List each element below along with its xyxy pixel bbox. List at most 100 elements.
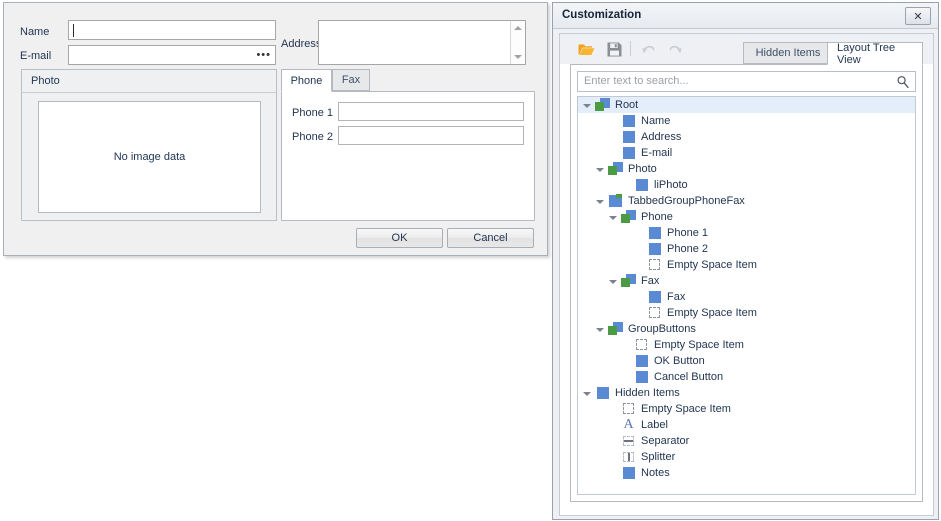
tree-node[interactable]: A Label bbox=[578, 417, 915, 433]
tree-node[interactable]: Cancel Button bbox=[578, 369, 915, 385]
tree-node[interactable]: OK Button bbox=[578, 353, 915, 369]
layout-item-icon bbox=[621, 130, 636, 144]
chevron-down-icon[interactable] bbox=[595, 164, 606, 175]
tree-expander-placeholder bbox=[634, 244, 645, 255]
name-label: Name bbox=[20, 26, 50, 38]
phone2-label: Phone 2 bbox=[292, 131, 333, 143]
chevron-down-icon[interactable] bbox=[582, 100, 593, 111]
tree-expander-placeholder bbox=[621, 356, 632, 367]
tree-node[interactable]: Empty Space Item bbox=[578, 257, 915, 273]
chevron-down-icon[interactable] bbox=[595, 324, 606, 335]
toolbar-separator bbox=[630, 41, 631, 56]
tree-expander-placeholder bbox=[608, 116, 619, 127]
tree-node-label: Fax bbox=[667, 291, 686, 303]
empty-space-item-icon bbox=[647, 258, 662, 272]
layout-tree[interactable]: Root Name Address E-mail Photo liPhoto TabbedG… bbox=[577, 96, 916, 495]
photo-group: Photo No image data bbox=[21, 69, 277, 221]
tree-expander-placeholder bbox=[608, 132, 619, 143]
tree-node[interactable]: Photo bbox=[578, 161, 915, 177]
scroll-down-arrow-icon[interactable] bbox=[514, 55, 522, 59]
photo-group-caption: Photo bbox=[31, 75, 60, 87]
tree-node[interactable]: Separator bbox=[578, 433, 915, 449]
tab-phone[interactable]: Phone bbox=[281, 69, 332, 92]
tree-node[interactable]: Notes bbox=[578, 465, 915, 481]
layout-tree-view-panel: Enter text to search... Root Name Address E… bbox=[570, 64, 923, 502]
tree-expander-placeholder bbox=[634, 292, 645, 303]
tree-expander-placeholder bbox=[608, 468, 619, 479]
search-input[interactable]: Enter text to search... bbox=[584, 75, 891, 87]
chevron-down-icon[interactable] bbox=[608, 212, 619, 223]
tree-node[interactable]: Phone bbox=[578, 209, 915, 225]
tree-node-label: E-mail bbox=[641, 147, 673, 159]
phone1-label: Phone 1 bbox=[292, 107, 333, 119]
ok-button[interactable]: OK bbox=[356, 228, 443, 248]
chevron-down-icon[interactable] bbox=[595, 196, 606, 207]
tree-node-label: Notes bbox=[641, 467, 670, 479]
tree-node[interactable]: Empty Space Item bbox=[578, 401, 915, 417]
tree-node[interactable]: TabbedGroupPhoneFax bbox=[578, 193, 915, 209]
contact-form-window: Name E-mail ••• Address Photo No image d… bbox=[3, 2, 548, 256]
layout-item-icon bbox=[647, 290, 662, 304]
tab-fax[interactable]: Fax bbox=[332, 69, 370, 91]
tree-node[interactable]: Root bbox=[578, 97, 915, 113]
tree-node[interactable]: Splitter bbox=[578, 449, 915, 465]
photo-image-box[interactable]: No image data bbox=[38, 101, 261, 213]
ellipsis-button-icon[interactable]: ••• bbox=[256, 50, 271, 61]
tree-node-label: Empty Space Item bbox=[667, 259, 757, 271]
phone-fax-tab-control: Phone Fax Phone 1 Phone 2 bbox=[281, 69, 535, 221]
tree-expander-placeholder bbox=[608, 436, 619, 447]
photo-empty-text: No image data bbox=[113, 151, 186, 163]
tree-node[interactable]: GroupButtons bbox=[578, 321, 915, 337]
cancel-button[interactable]: Cancel bbox=[447, 228, 534, 248]
layout-item-icon bbox=[634, 370, 649, 384]
chevron-down-icon[interactable] bbox=[582, 388, 593, 399]
tree-node-label: Phone 2 bbox=[667, 243, 708, 255]
layout-item-icon bbox=[595, 386, 610, 400]
name-input[interactable] bbox=[68, 20, 276, 40]
email-input[interactable]: ••• bbox=[68, 45, 276, 65]
tree-node[interactable]: Empty Space Item bbox=[578, 337, 915, 353]
open-folder-icon[interactable] bbox=[575, 39, 597, 59]
save-disk-icon[interactable] bbox=[603, 39, 625, 59]
layout-item-icon bbox=[647, 226, 662, 240]
separator-icon bbox=[621, 434, 636, 448]
text-caret bbox=[73, 24, 74, 37]
layout-item-icon bbox=[621, 146, 636, 160]
tree-expander-placeholder bbox=[634, 308, 645, 319]
tree-expander-placeholder bbox=[634, 260, 645, 271]
address-scrollbar[interactable] bbox=[510, 21, 525, 64]
tree-node[interactable]: E-mail bbox=[578, 145, 915, 161]
tab-hidden-items-label: Hidden Items bbox=[755, 47, 821, 59]
tree-node[interactable]: Empty Space Item bbox=[578, 305, 915, 321]
layout-group-icon bbox=[608, 162, 623, 176]
phone1-input[interactable] bbox=[338, 102, 524, 121]
tree-node[interactable]: Address bbox=[578, 129, 915, 145]
chevron-down-icon[interactable] bbox=[608, 276, 619, 287]
undo-arrow-icon bbox=[638, 39, 660, 59]
tree-node-label: Photo bbox=[628, 163, 657, 175]
search-box[interactable]: Enter text to search... bbox=[577, 71, 916, 92]
tab-panel-phone: Phone 1 Phone 2 bbox=[281, 91, 535, 221]
search-icon[interactable] bbox=[896, 75, 910, 89]
tree-node[interactable]: Fax bbox=[578, 289, 915, 305]
tree-expander-placeholder bbox=[621, 180, 632, 191]
tree-expander-placeholder bbox=[608, 452, 619, 463]
address-input[interactable] bbox=[318, 20, 526, 65]
layout-item-icon bbox=[634, 178, 649, 192]
phone2-input[interactable] bbox=[338, 126, 524, 145]
close-icon[interactable]: ✕ bbox=[905, 7, 931, 25]
tree-node-label: Address bbox=[641, 131, 682, 143]
layout-group-icon bbox=[608, 322, 623, 336]
tree-node[interactable]: Phone 1 bbox=[578, 225, 915, 241]
tab-layout-tree-view[interactable]: Layout Tree View bbox=[827, 42, 923, 66]
tree-node[interactable]: Fax bbox=[578, 273, 915, 289]
tree-node-label: Separator bbox=[641, 435, 690, 447]
tree-node[interactable]: liPhoto bbox=[578, 177, 915, 193]
tree-node[interactable]: Phone 2 bbox=[578, 241, 915, 257]
tree-node[interactable]: Hidden Items bbox=[578, 385, 915, 401]
tree-node[interactable]: Name bbox=[578, 113, 915, 129]
tabbed-group-icon bbox=[608, 194, 623, 208]
tree-node-label: Phone bbox=[641, 211, 673, 223]
tab-hidden-items[interactable]: Hidden Items bbox=[743, 42, 833, 64]
scroll-up-arrow-icon[interactable] bbox=[514, 26, 522, 30]
